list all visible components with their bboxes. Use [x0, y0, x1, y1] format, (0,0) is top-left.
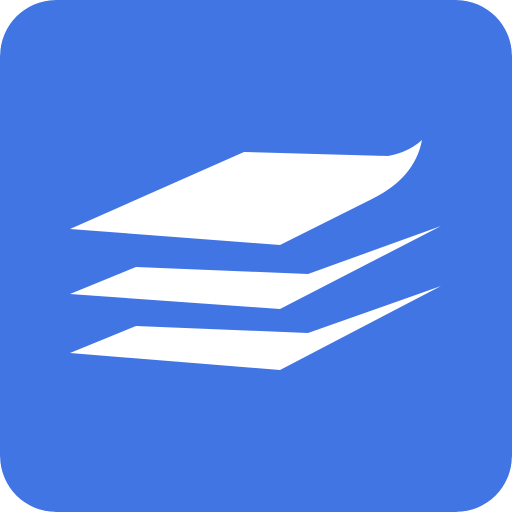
app-icon[interactable] — [0, 0, 512, 512]
icon-background — [0, 0, 512, 512]
paper-stack-icon — [0, 0, 512, 512]
